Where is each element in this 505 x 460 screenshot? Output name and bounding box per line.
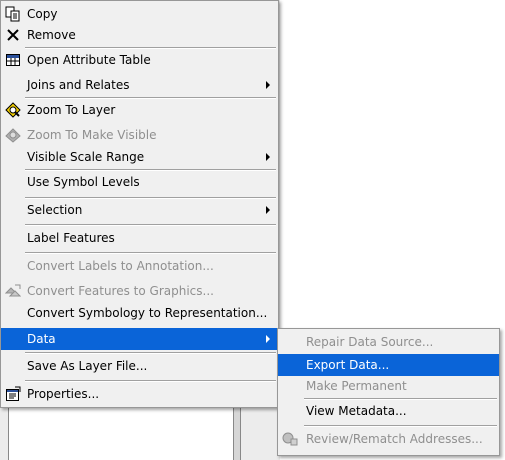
data-submenu: Repair Data Source... Export Data... Mak… [277, 328, 500, 456]
menu-item-label: Joins and Relates [27, 78, 130, 92]
table-icon [5, 52, 21, 68]
menu-item-properties[interactable]: Properties... [1, 383, 278, 405]
remove-icon [5, 27, 21, 43]
submenu-arrow-icon [266, 153, 270, 161]
submenu-arrow-icon [266, 206, 270, 214]
menu-item-zoom-to-make-visible[interactable]: Zoom To Make Visible [1, 124, 278, 146]
layer-context-menu: Copy Remove Open Attribute Table Joins a… [0, 0, 279, 408]
menu-item-label: Review/Rematch Addresses... [306, 432, 483, 446]
menu-item-label: Repair Data Source... [306, 335, 434, 349]
menu-item-label: Convert Labels to Annotation... [27, 259, 214, 273]
menu-item-label: Save As Layer File... [27, 359, 148, 373]
convert-graphics-icon [4, 283, 22, 299]
menu-item-save-as-layer-file[interactable]: Save As Layer File... [1, 355, 278, 377]
menu-item-label: Zoom To Layer [27, 103, 116, 117]
menu-item-label: Open Attribute Table [27, 53, 151, 67]
submenu-item-export-data[interactable]: Export Data... [278, 354, 499, 376]
menu-separator [25, 252, 276, 254]
copy-icon [5, 6, 21, 22]
menu-item-label: Use Symbol Levels [27, 175, 140, 189]
menu-separator [25, 352, 276, 354]
menu-item-label: Selection [27, 203, 83, 217]
menu-separator [25, 380, 276, 382]
submenu-item-make-permanent[interactable]: Make Permanent [278, 375, 499, 397]
zoom-to-layer-icon [5, 102, 21, 118]
menu-item-data[interactable]: Data [1, 328, 278, 350]
menu-item-label: Label Features [27, 231, 115, 245]
menu-separator [25, 224, 276, 226]
menu-item-use-symbol-levels[interactable]: Use Symbol Levels [1, 171, 278, 193]
properties-icon [5, 386, 21, 402]
menu-item-zoom-to-layer[interactable]: Zoom To Layer [1, 99, 278, 121]
menu-item-convert-features-to-graphics[interactable]: Convert Features to Graphics... [1, 280, 278, 302]
geocode-icon [282, 431, 298, 447]
submenu-arrow-icon [266, 335, 270, 343]
menu-item-label-features[interactable]: Label Features [1, 227, 278, 249]
zoom-visible-icon [5, 127, 21, 143]
menu-item-remove[interactable]: Remove [1, 24, 278, 46]
menu-item-label: Convert Features to Graphics... [27, 284, 214, 298]
menu-item-label: Zoom To Make Visible [27, 128, 157, 142]
menu-item-convert-labels-to-annotation[interactable]: Convert Labels to Annotation... [1, 255, 278, 277]
submenu-arrow-icon [266, 81, 270, 89]
menu-item-visible-scale-range[interactable]: Visible Scale Range [1, 146, 278, 168]
submenu-item-view-metadata[interactable]: View Metadata... [278, 400, 499, 422]
menu-item-label: Export Data... [306, 358, 390, 372]
submenu-item-repair-data-source[interactable]: Repair Data Source... [278, 331, 499, 353]
menu-item-label: Data [27, 332, 56, 346]
menu-separator [304, 425, 497, 427]
menu-item-label: View Metadata... [306, 404, 407, 418]
scrollbar[interactable] [233, 405, 241, 460]
menu-item-label: Make Permanent [306, 379, 407, 393]
menu-item-label: Convert Symbology to Representation... [27, 306, 268, 320]
table-of-contents-area [8, 405, 235, 460]
menu-item-label: Visible Scale Range [27, 150, 145, 164]
menu-item-convert-symbology-to-representation[interactable]: Convert Symbology to Representation... [1, 302, 278, 324]
menu-item-label: Properties... [27, 387, 100, 401]
menu-item-joins-and-relates[interactable]: Joins and Relates [1, 74, 278, 96]
menu-item-label: Remove [27, 28, 76, 42]
menu-item-copy[interactable]: Copy [1, 3, 278, 25]
menu-item-selection[interactable]: Selection [1, 199, 278, 221]
menu-item-label: Copy [27, 7, 58, 21]
submenu-item-review-rematch-addresses[interactable]: Review/Rematch Addresses... [278, 428, 499, 450]
menu-item-open-attribute-table[interactable]: Open Attribute Table [1, 49, 278, 71]
